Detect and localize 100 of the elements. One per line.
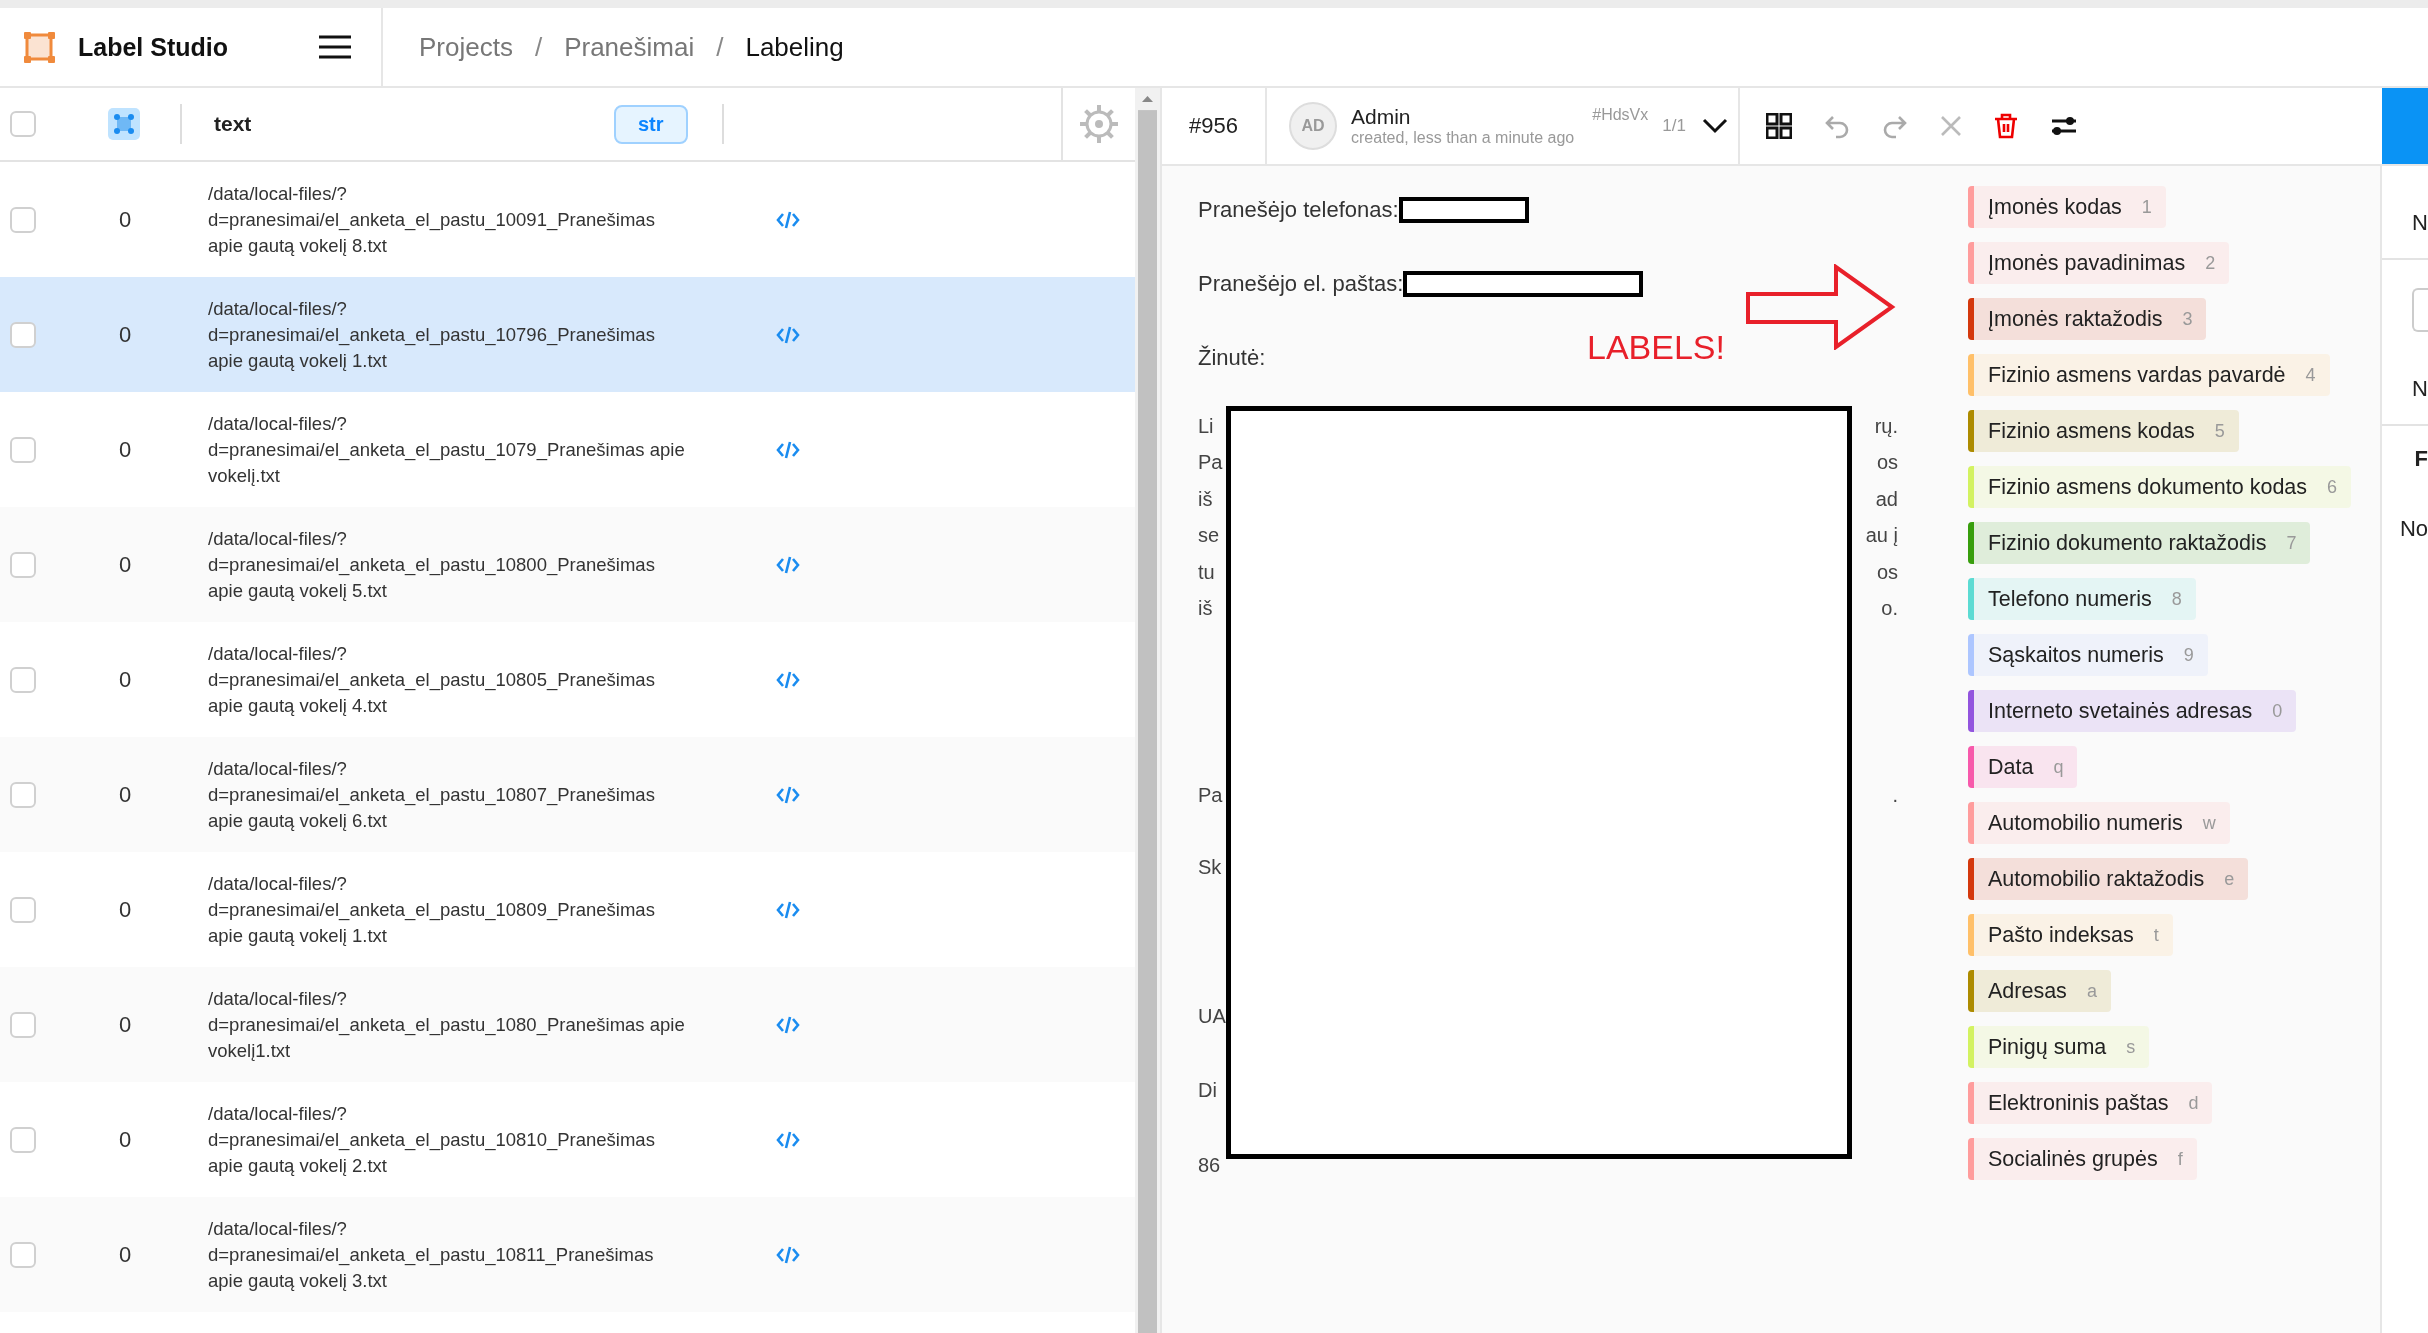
table-row[interactable]: 0 /data/local-files/? d=pranesimai/el_anketa_el_pastu_10811_Pranešimas apie gautą vokelį 3.txt bbox=[0, 1197, 1135, 1312]
table-cell-text: /data/local-files/? d=pranesimai/el_anketa_el_pastu_1080_Pranešimas apie vokelį1.txt bbox=[208, 986, 686, 1063]
code-icon bbox=[776, 1015, 800, 1034]
table-cell-text: /data/local-files/? d=pranesimai/el_anketa_el_pastu_10805_Pranešimas apie gautą vokelį 4.txt bbox=[208, 641, 656, 718]
panel-control[interactable] bbox=[2412, 288, 2428, 332]
label-chip[interactable]: Įmonės raktažodis 3 bbox=[1968, 298, 2207, 340]
breadcrumb-link[interactable]: Labeling bbox=[745, 31, 844, 63]
message-text: ad bbox=[1875, 487, 1898, 511]
message-text: o. bbox=[1881, 597, 1898, 621]
table-cell-text: 0 bbox=[117, 666, 133, 693]
message-text: Pa bbox=[1198, 783, 1223, 807]
code-icon bbox=[776, 900, 800, 919]
row-checkbox[interactable] bbox=[10, 436, 36, 463]
region-icon[interactable] bbox=[108, 108, 140, 140]
message-text: Li bbox=[1198, 414, 1214, 438]
type-badge: str bbox=[614, 104, 688, 144]
breadcrumb-separator: / bbox=[534, 31, 543, 63]
table-cell-text: /data/local-files/? d=pranesimai/el_anketa_el_pastu_10800_Pranešimas apie gautą vokelį 5.txt bbox=[208, 526, 656, 603]
table-cell-text: 0 bbox=[117, 781, 133, 808]
table-cell-text: /data/local-files/? d=pranesimai/el_anketa_el_pastu_10807_Pranešimas apie gautą vokelį 6.txt bbox=[208, 756, 656, 833]
user-name: Admin bbox=[1351, 105, 1412, 129]
table-row[interactable]: 0 /data/local-files/? d=pranesimai/el_anketa_el_pastu_10807_Pranešimas apie gautą vokelį 6.txt bbox=[0, 737, 1135, 852]
table-row[interactable]: 0 /data/local-files/? d=pranesimai/el_anketa_el_pastu_10796_Pranešimas apie gautą vokelį 1.txt bbox=[0, 277, 1135, 392]
message-text: Pa bbox=[1198, 451, 1223, 475]
message-text: se bbox=[1198, 524, 1220, 548]
row-checkbox[interactable] bbox=[10, 781, 36, 808]
settings-icon[interactable] bbox=[1079, 104, 1119, 144]
label-chip[interactable]: Interneto svetainės adresas 0 bbox=[1968, 690, 2297, 732]
message-text: iš bbox=[1198, 487, 1213, 511]
label-chip[interactable]: Automobilio raktažodis e bbox=[1968, 858, 2249, 900]
table-cell-text: 0 bbox=[117, 321, 133, 348]
message-text: Di bbox=[1198, 1079, 1217, 1103]
breadcrumb-link[interactable]: Pranešimai bbox=[564, 31, 695, 63]
code-icon bbox=[776, 210, 800, 229]
label-chip[interactable]: Data q bbox=[1968, 746, 2078, 788]
code-icon bbox=[776, 1245, 800, 1264]
table-cell-text: 0 bbox=[117, 436, 133, 463]
row-checkbox[interactable] bbox=[10, 666, 36, 693]
label-chip[interactable]: Fizinio asmens dokumento kodas 6 bbox=[1968, 466, 2352, 508]
code-icon bbox=[776, 1130, 800, 1149]
label-chip[interactable]: Fizinio dokumento raktažodis 7 bbox=[1968, 522, 2311, 564]
column-header[interactable]: text bbox=[214, 112, 614, 136]
table-cell-text: /data/local-files/? d=pranesimai/el_anketa_el_pastu_10811_Pranešimas apie gautą vokelį 3.txt bbox=[208, 1216, 655, 1293]
code-icon bbox=[776, 440, 800, 459]
callout-text: LABELS! bbox=[1587, 328, 1725, 367]
code-icon bbox=[776, 785, 800, 804]
table-cell-text: 0 bbox=[117, 1241, 133, 1268]
message-text: tu bbox=[1198, 560, 1215, 584]
created-time: created, less than a minute ago bbox=[1351, 129, 1575, 147]
label-chip[interactable]: Sąskaitos numeris 9 bbox=[1968, 634, 2208, 676]
message-text: . bbox=[1892, 783, 1898, 807]
label-chip[interactable]: Automobilio numeris w bbox=[1968, 802, 2230, 844]
message-text: rų. bbox=[1874, 414, 1898, 438]
row-checkbox[interactable] bbox=[10, 1126, 36, 1153]
panel-text: F bbox=[2414, 446, 2428, 472]
panel-text: N bbox=[2412, 210, 2428, 236]
table-cell-text: /data/local-files/? d=pranesimai/el_anketa_el_pastu_10810_Pranešimas apie gautą vokelį 2.txt bbox=[208, 1101, 656, 1178]
row-checkbox[interactable] bbox=[10, 206, 36, 233]
app-name: Label Studio bbox=[78, 32, 229, 62]
logo-icon bbox=[22, 30, 56, 64]
row-checkbox[interactable] bbox=[10, 1011, 36, 1038]
field-label: Pranešėjo el. paštas: bbox=[1198, 271, 1404, 297]
label-chip[interactable]: Fizinio asmens kodas 5 bbox=[1968, 410, 2239, 452]
message-text: au į bbox=[1865, 524, 1898, 548]
user-avatar: AD bbox=[1289, 102, 1337, 150]
label-chip[interactable]: Įmonės pavadinimas 2 bbox=[1968, 242, 2230, 284]
row-checkbox[interactable] bbox=[10, 1241, 36, 1268]
label-chip[interactable]: Telefono numeris 8 bbox=[1968, 578, 2196, 620]
table-cell-text: 0 bbox=[117, 896, 133, 923]
row-checkbox[interactable] bbox=[10, 896, 36, 923]
label-chip[interactable]: Elektroninis paštas d bbox=[1968, 1082, 2213, 1124]
panel-text: No bbox=[2399, 516, 2428, 542]
label-chip[interactable]: Pinigų suma s bbox=[1968, 1026, 2150, 1068]
code-icon bbox=[776, 555, 800, 574]
select-all-checkbox[interactable] bbox=[10, 111, 36, 137]
label-chip[interactable]: Socialinės grupės f bbox=[1968, 1138, 2197, 1180]
row-checkbox[interactable] bbox=[10, 321, 36, 348]
breadcrumb-link[interactable]: Projects bbox=[419, 31, 513, 63]
code-icon bbox=[776, 670, 800, 689]
field-label: Pranešėjo telefonas: bbox=[1198, 197, 1399, 223]
message-text: os bbox=[1876, 560, 1898, 584]
message-text: 86 bbox=[1198, 1153, 1221, 1177]
table-cell-text: 0 bbox=[117, 551, 133, 578]
table-row[interactable]: 0 /data/local-files/? d=pranesimai/el_anketa_el_pastu_10800_Pranešimas apie gautą vokelį 5.txt bbox=[0, 507, 1135, 622]
label-chip[interactable]: Fizinio asmens vardas pavardė 4 bbox=[1968, 354, 2330, 396]
message-label: Žinutė: bbox=[1198, 345, 1266, 371]
table-cell-text: 0 bbox=[117, 1126, 133, 1153]
panel-toggle-button[interactable] bbox=[2382, 88, 2428, 164]
label-chip[interactable]: Pašto indeksas t bbox=[1968, 914, 2173, 956]
table-row[interactable]: 0 /data/local-files/? d=pranesimai/el_anketa_el_pastu_1080_Pranešimas apie vokelį1.txt bbox=[0, 967, 1135, 1082]
row-checkbox[interactable] bbox=[10, 551, 36, 578]
table-cell-text: /data/local-files/? d=pranesimai/el_anketa_el_pastu_10091_Pranešimas apie gautą vokelį 8.txt bbox=[208, 181, 656, 258]
message-text: os bbox=[1876, 451, 1898, 475]
scrollbar[interactable] bbox=[1135, 88, 1160, 1333]
table-cell-text: /data/local-files/? d=pranesimai/el_anketa_el_pastu_1079_Pranešimas apie vokelį.txt bbox=[208, 411, 686, 488]
label-chip[interactable]: Adresas a bbox=[1968, 970, 2111, 1012]
label-chip[interactable]: Įmonės kodas 1 bbox=[1968, 186, 2166, 228]
breadcrumb-separator: / bbox=[716, 31, 724, 63]
table-cell-text: 0 bbox=[117, 1011, 133, 1038]
table-cell-text: 0 bbox=[117, 206, 133, 233]
